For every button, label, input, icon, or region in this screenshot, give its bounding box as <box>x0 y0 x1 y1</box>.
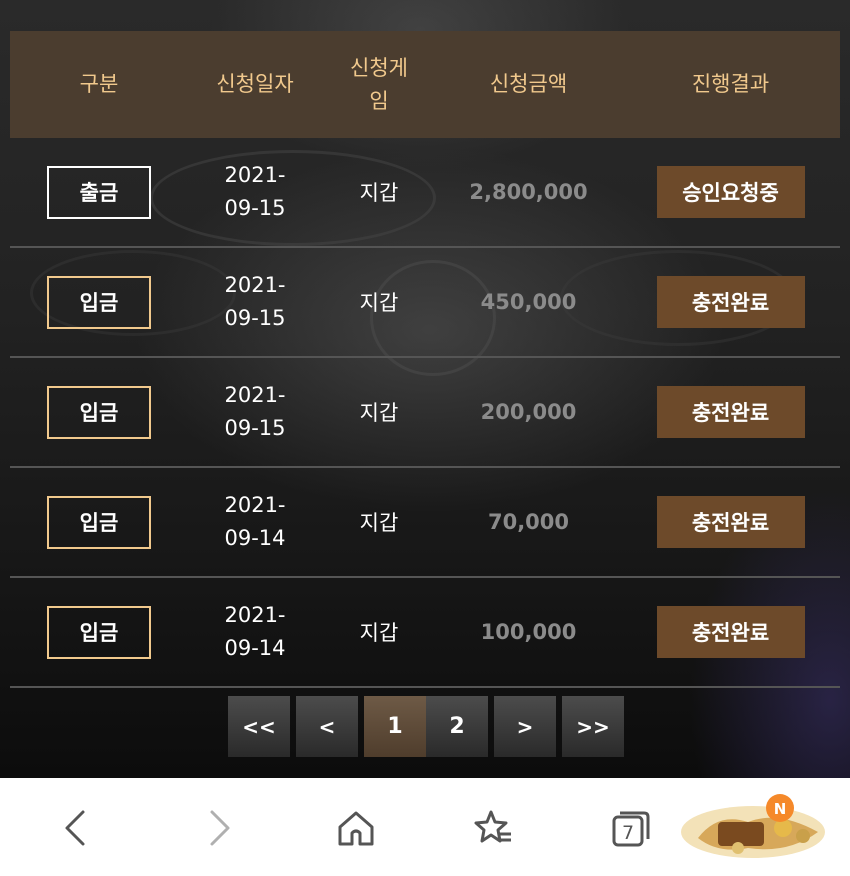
status-button[interactable]: 승인요청중 <box>656 166 805 218</box>
request-amount: 450,000 <box>480 290 577 314</box>
first-page-button[interactable]: << <box>228 696 290 757</box>
request-game: 지갑 <box>359 511 399 535</box>
bookmarks-icon[interactable] <box>473 808 513 848</box>
table-header: 구분 신청일자 신청게임 신청금액 진행결과 <box>10 31 840 138</box>
page-2-button[interactable]: 2 <box>426 696 488 757</box>
status-button[interactable]: 충전완료 <box>656 496 805 548</box>
request-date: 2021-09-15 <box>224 383 286 440</box>
table-row: 출금 2021-09-15 지갑 2,800,000 승인요청중 <box>10 138 840 248</box>
request-game: 지갑 <box>359 181 399 205</box>
request-date: 2021-09-15 <box>224 163 286 220</box>
tabs-icon[interactable]: 7 <box>611 808 651 848</box>
table-row: 입금 2021-09-14 지갑 100,000 충전완료 <box>10 578 840 688</box>
request-date: 2021-09-15 <box>224 273 286 330</box>
request-date: 2021-09-14 <box>224 493 286 550</box>
header-game: 신청게임 <box>350 55 408 113</box>
type-badge: 출금 <box>47 165 151 219</box>
page-1-button[interactable]: 1 <box>364 696 426 757</box>
type-badge: 입금 <box>47 495 151 549</box>
header-amount: 신청금액 <box>489 72 568 96</box>
pagination: << < 1 2 > >> <box>228 696 630 757</box>
back-icon[interactable] <box>57 808 97 848</box>
tab-count: 7 <box>622 822 634 844</box>
header-status: 진행결과 <box>691 72 770 96</box>
type-badge: 입금 <box>47 605 151 659</box>
header-type: 구분 <box>79 72 119 96</box>
transaction-table: 구분 신청일자 신청게임 신청금액 진행결과 출금 2021-09-15 지갑 … <box>10 31 840 688</box>
type-badge: 입금 <box>47 385 151 439</box>
status-button[interactable]: 충전완료 <box>656 276 805 328</box>
table-row: 입금 2021-09-14 지갑 70,000 충전완료 <box>10 468 840 578</box>
forward-icon[interactable] <box>198 808 238 848</box>
ad-badge: N <box>774 800 787 818</box>
request-amount: 70,000 <box>487 510 570 534</box>
next-page-button[interactable]: > <box>494 696 556 757</box>
last-page-button[interactable]: >> <box>562 696 624 757</box>
table-row: 입금 2021-09-15 지갑 200,000 충전완료 <box>10 358 840 468</box>
status-button[interactable]: 충전완료 <box>656 386 805 438</box>
request-game: 지갑 <box>359 401 399 425</box>
request-amount: 100,000 <box>480 620 577 644</box>
request-amount: 2,800,000 <box>469 180 588 204</box>
request-game: 지갑 <box>359 291 399 315</box>
ad-banner[interactable]: N <box>678 792 838 862</box>
table-row: 입금 2021-09-15 지갑 450,000 충전완료 <box>10 248 840 358</box>
home-icon[interactable] <box>336 808 376 848</box>
request-date: 2021-09-14 <box>224 603 286 660</box>
request-amount: 200,000 <box>480 400 577 424</box>
header-date: 신청일자 <box>216 72 294 96</box>
status-button[interactable]: 충전완료 <box>656 606 805 658</box>
request-game: 지갑 <box>359 621 399 645</box>
prev-page-button[interactable]: < <box>296 696 358 757</box>
type-badge: 입금 <box>47 275 151 329</box>
